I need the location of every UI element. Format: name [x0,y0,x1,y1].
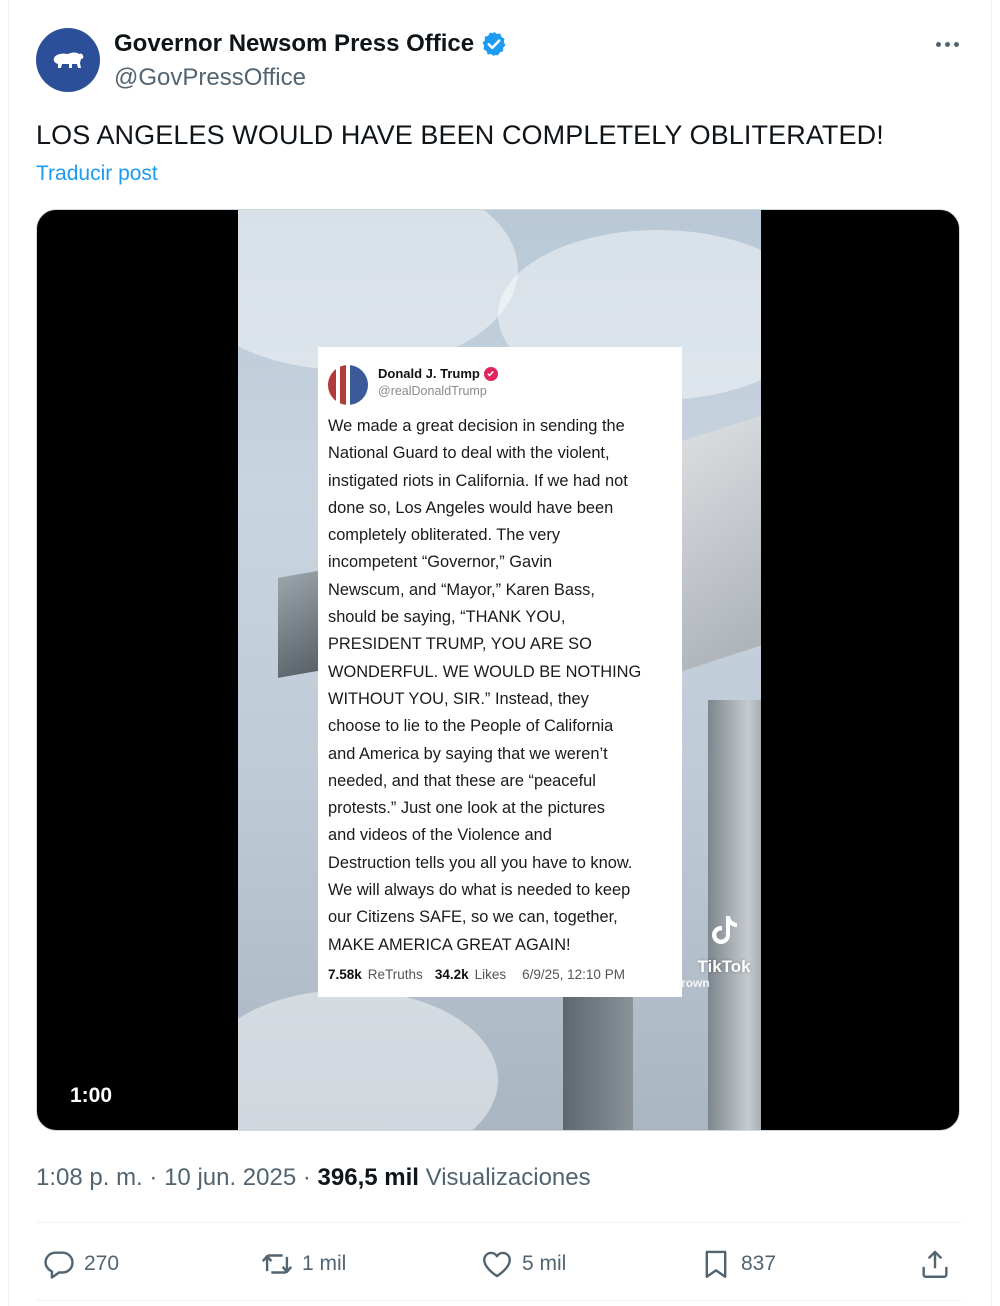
embedded-likes-label: Likes [474,966,507,982]
bookmark-count: 837 [741,1252,777,1275]
embedded-post-body: We made a great decision in sending the … [328,417,642,954]
divider [36,1300,962,1301]
post-text: LOS ANGELES WOULD HAVE BEEN COMPLETELY O… [36,120,884,150]
share-icon [922,1250,948,1278]
tiktok-brand: TikTok [697,957,751,976]
verified-icon [482,31,506,57]
tiktok-watermark: TikTok [692,910,756,977]
meta-separator: · [302,1164,311,1191]
author-handle[interactable]: @GovPressOffice [114,64,306,92]
embedded-author-name: Donald J. Trump [378,366,480,381]
embedded-retruths-count: 7.58k [328,966,362,982]
video-duration: 1:00 [62,1083,121,1109]
bear-icon [53,52,84,68]
share-button[interactable] [918,1244,952,1284]
bookmark-icon [705,1250,727,1278]
tiktok-username: @...thebrown [634,976,710,990]
repost-button[interactable]: 1 mil [260,1244,346,1284]
translate-link[interactable]: Traducir post [36,162,158,186]
embedded-likes-count: 34.2k [434,966,469,982]
author-name-row[interactable]: Governor Newsom Press Office [114,30,508,58]
avatar[interactable] [36,28,100,92]
reply-count: 270 [84,1252,120,1275]
bookmark-button[interactable]: 837 [699,1244,776,1284]
tiktok-icon [712,916,737,944]
video-player[interactable]: Donald J. Trump @realDonaldTrump We made… [36,209,960,1131]
post-date[interactable]: 10 jun. 2025 [164,1164,296,1191]
like-icon [483,1251,511,1278]
divider [36,1222,962,1223]
embedded-author-handle: @realDonaldTrump [378,384,487,398]
repost-count: 1 mil [302,1252,347,1275]
embedded-post-card: Donald J. Trump @realDonaldTrump We made… [318,347,682,997]
reply-icon [44,1251,74,1279]
post-meta: 1:08 p. m. · 10 jun. 2025 · 396,5 mil Vi… [36,1164,591,1192]
embedded-verified-icon [483,366,498,381]
views-count: 396,5 mil [317,1164,419,1191]
embedded-post-date: 6/9/25, 12:10 PM [522,966,625,982]
like-button[interactable]: 5 mil [480,1244,566,1284]
reply-button[interactable]: 270 [42,1244,119,1284]
embedded-post-stats: 7.58k ReTruths 34.2k Likes 6/9/25, 12:10… [328,967,672,982]
views-label: Visualizaciones [425,1164,591,1191]
video-frame: Donald J. Trump @realDonaldTrump We made… [238,210,761,1130]
post-time[interactable]: 1:08 p. m. [36,1164,143,1191]
embedded-avatar [328,365,368,405]
repost-icon [261,1254,293,1274]
meta-separator: · [149,1164,158,1191]
more-icon[interactable] [930,30,964,58]
like-count: 5 mil [522,1252,567,1275]
author-name[interactable]: Governor Newsom Press Office [114,30,474,58]
embedded-retruths-label: ReTruths [367,966,423,982]
